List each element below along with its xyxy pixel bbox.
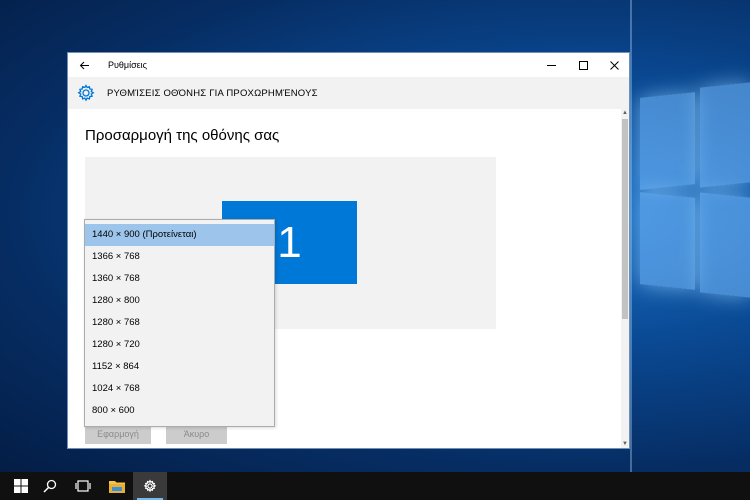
resolution-option[interactable]: 1360 × 768	[85, 268, 274, 290]
taskbar	[0, 472, 750, 500]
search-icon	[43, 479, 57, 493]
resolution-dropdown-list: 1440 × 900 (Προτείνεται) 1366 × 768 1360…	[84, 219, 275, 427]
minimize-icon	[546, 64, 556, 66]
maximize-button[interactable]	[567, 53, 599, 77]
resolution-option[interactable]: 1280 × 720	[85, 334, 274, 356]
windows-start-icon	[14, 479, 28, 493]
header-title: ΡΥΘΜΊΣΕΙΣ ΟΘΌΝΗΣ ΓΙΑ ΠΡΟΧΩΡΗΜΈΝΟΥΣ	[107, 88, 318, 99]
resolution-option[interactable]: 1152 × 864	[85, 356, 274, 378]
windows-logo-pane-top-right	[700, 82, 750, 188]
vertical-scrollbar[interactable]: ▲ ▼	[621, 109, 629, 448]
maximize-icon	[578, 60, 588, 70]
settings-header: ΡΥΘΜΊΣΕΙΣ ΟΘΌΝΗΣ ΓΙΑ ΠΡΟΧΩΡΗΜΈΝΟΥΣ	[68, 77, 629, 109]
windows-logo-pane-bottom-right	[700, 192, 750, 298]
scroll-thumb[interactable]	[622, 119, 628, 319]
task-view-icon	[75, 480, 91, 492]
back-button[interactable]	[76, 57, 92, 73]
task-view-button[interactable]	[66, 472, 100, 500]
file-explorer-icon	[109, 481, 125, 493]
settings-icon	[143, 479, 157, 493]
title-bar: Ρυθμίσεις	[68, 53, 629, 77]
back-arrow-icon	[79, 61, 89, 69]
resolution-option[interactable]: 1366 × 768	[85, 246, 274, 268]
resolution-option[interactable]: 1440 × 900 (Προτείνεται)	[85, 224, 274, 246]
search-button[interactable]	[33, 472, 67, 500]
resolution-option[interactable]: 1280 × 768	[85, 312, 274, 334]
resolution-option[interactable]: 800 × 600	[85, 400, 274, 422]
minimize-button[interactable]	[535, 53, 567, 77]
file-explorer-button[interactable]	[100, 472, 134, 500]
settings-taskbar-button[interactable]	[133, 472, 167, 500]
gear-icon	[77, 84, 95, 102]
scroll-down-arrow-icon[interactable]: ▼	[621, 440, 629, 448]
page-title: Προσαρμογή της οθόνης σας	[85, 127, 280, 144]
scroll-up-arrow-icon[interactable]: ▲	[621, 109, 629, 117]
cancel-button[interactable]: Άκυρο	[166, 424, 227, 444]
resolution-option[interactable]: 1024 × 768	[85, 378, 274, 400]
windows-logo-pane-top-left	[640, 92, 695, 190]
light-beam	[630, 0, 632, 472]
window-title: Ρυθμίσεις	[108, 60, 148, 70]
resolution-option[interactable]: 1280 × 800	[85, 290, 274, 312]
close-button[interactable]	[598, 53, 629, 77]
windows-logo-pane-bottom-left	[640, 192, 695, 290]
apply-button[interactable]: Εφαρμογή	[85, 424, 151, 444]
close-icon	[609, 60, 619, 70]
